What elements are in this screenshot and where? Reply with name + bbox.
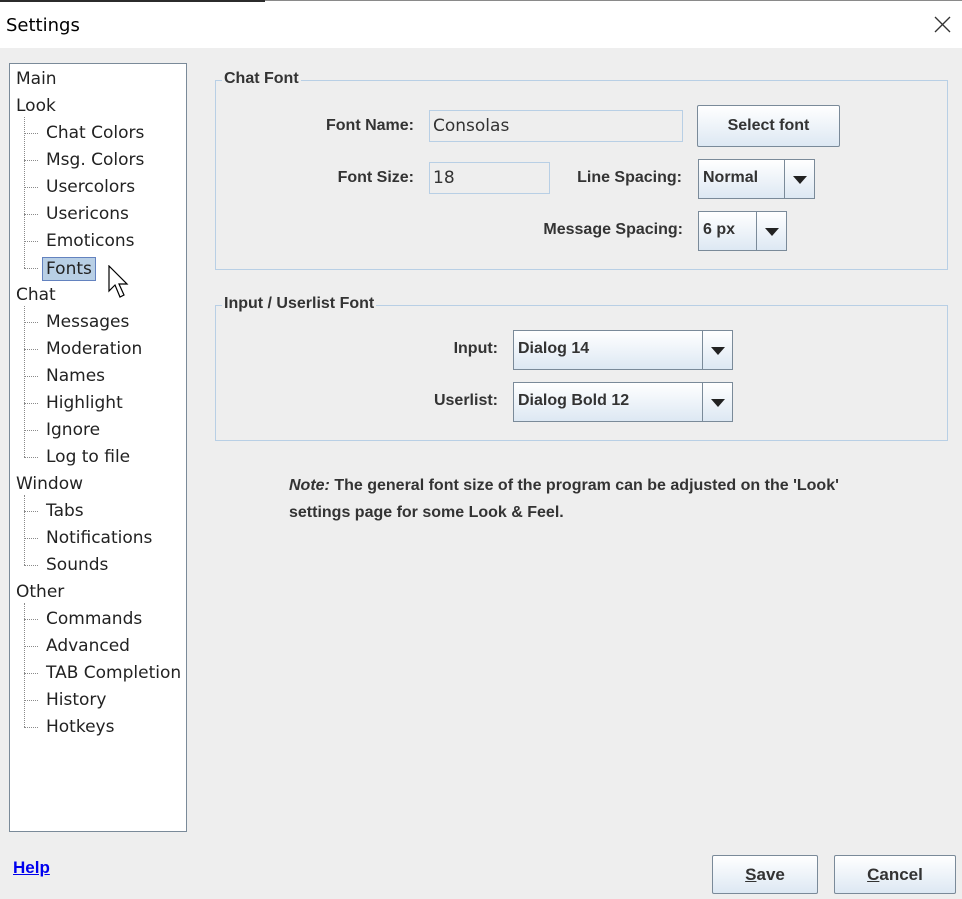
tree-item-sounds[interactable]: Sounds <box>46 554 108 576</box>
tree-item-chat-colors[interactable]: Chat Colors <box>46 122 144 144</box>
tree-item-history[interactable]: History <box>46 689 106 711</box>
tree-item-highlight[interactable]: Highlight <box>46 392 123 414</box>
tree-connector <box>24 187 38 188</box>
tree-connector <box>24 511 38 512</box>
tree-connector <box>24 322 38 323</box>
tree-connector <box>24 214 38 215</box>
save-label: ave <box>756 865 785 884</box>
tree-item-usericons[interactable]: Usericons <box>46 203 129 225</box>
tree-item-other[interactable]: Other <box>16 581 64 603</box>
userlist-font-label: Userlist: <box>433 392 498 409</box>
tree-item-tab-completion[interactable]: TAB Completion <box>46 662 181 684</box>
tree-item-msg-colors[interactable]: Msg. Colors <box>46 149 144 171</box>
tree-connector <box>24 619 38 620</box>
tree-item-usercolors[interactable]: Usercolors <box>46 176 135 198</box>
tree-item-notifications[interactable]: Notifications <box>46 527 152 549</box>
tree-item-advanced[interactable]: Advanced <box>46 635 130 657</box>
chevron-down-icon[interactable] <box>784 160 814 198</box>
tree-connector <box>24 241 38 242</box>
select-font-button[interactable]: Select font <box>697 105 840 147</box>
tree-item-commands[interactable]: Commands <box>46 608 142 630</box>
settings-tree[interactable]: Main Look Chat Colors Msg. Colors Usercolors… <box>9 63 187 832</box>
line-spacing-select[interactable]: Normal <box>698 159 815 199</box>
tree-connector <box>24 160 38 161</box>
tree-connector <box>24 673 38 674</box>
tree-item-emoticons[interactable]: Emoticons <box>46 230 134 252</box>
tree-connector <box>24 349 38 350</box>
tree-connector <box>24 133 38 134</box>
note-prefix: Note: <box>289 477 330 494</box>
cancel-mnemonic: C <box>867 865 880 884</box>
help-link[interactable]: Help <box>13 858 50 878</box>
mouse-cursor-icon <box>108 265 129 298</box>
tree-connector <box>24 700 38 701</box>
chevron-down-icon[interactable] <box>756 212 786 250</box>
cancel-button[interactable]: Cancel <box>834 855 956 894</box>
tree-item-names[interactable]: Names <box>46 365 105 387</box>
chevron-down-icon[interactable] <box>702 331 732 369</box>
tree-item-tabs[interactable]: Tabs <box>46 500 84 522</box>
note-text: The general font size of the program can… <box>289 477 839 521</box>
font-size-label: Font Size: <box>337 169 414 186</box>
tree-connector <box>24 403 38 404</box>
close-icon <box>934 16 951 33</box>
tree-connector <box>24 646 38 647</box>
window-title: Settings <box>6 15 80 36</box>
tree-item-look[interactable]: Look <box>16 95 56 117</box>
input-font-group-title: Input / Userlist Font <box>222 295 377 313</box>
tree-connector <box>24 457 38 458</box>
message-spacing-select[interactable]: 6 px <box>698 211 787 251</box>
tree-item-messages[interactable]: Messages <box>46 311 129 333</box>
tree-connector <box>24 495 25 565</box>
font-name-field[interactable]: Consolas <box>429 110 683 142</box>
tree-item-hotkeys[interactable]: Hotkeys <box>46 716 114 738</box>
tree-connector <box>24 376 38 377</box>
line-spacing-label: Line Spacing: <box>577 169 682 186</box>
tree-connector <box>24 538 38 539</box>
font-size-field[interactable]: 18 <box>429 162 550 194</box>
message-spacing-label: Message Spacing: <box>543 221 683 238</box>
tree-connector <box>24 565 38 566</box>
tree-item-ignore[interactable]: Ignore <box>46 419 100 441</box>
tree-connector <box>24 603 25 727</box>
tree-connector <box>24 727 38 728</box>
input-font-label: Input: <box>453 340 498 357</box>
tree-item-main[interactable]: Main <box>16 68 57 90</box>
userlist-font-value: Dialog Bold 12 <box>518 392 630 409</box>
tree-connector <box>24 117 25 268</box>
save-mnemonic: S <box>745 865 757 884</box>
tree-item-chat[interactable]: Chat <box>16 284 56 306</box>
line-spacing-value: Normal <box>703 169 759 186</box>
tree-connector <box>24 306 25 457</box>
save-button[interactable]: Save <box>712 855 818 894</box>
input-font-value: Dialog 14 <box>518 340 590 357</box>
font-name-label: Font Name: <box>326 117 414 134</box>
userlist-font-select[interactable]: Dialog Bold 12 <box>513 382 733 422</box>
font-size-note: Note: The general font size of the progr… <box>289 472 879 526</box>
title-bar-edge <box>0 0 265 2</box>
title-bar-edge-thin <box>265 0 962 1</box>
tree-connector <box>24 430 38 431</box>
message-spacing-value: 6 px <box>703 221 736 238</box>
close-button[interactable] <box>928 10 958 40</box>
tree-connector <box>24 268 38 269</box>
cancel-label: ancel <box>879 865 923 884</box>
tree-item-fonts[interactable]: Fonts <box>42 257 96 281</box>
tree-item-window[interactable]: Window <box>16 473 83 495</box>
tree-item-moderation[interactable]: Moderation <box>46 338 142 360</box>
chat-font-group-title: Chat Font <box>222 70 301 88</box>
tree-item-log-to-file[interactable]: Log to file <box>46 446 130 468</box>
chevron-down-icon[interactable] <box>702 383 732 421</box>
input-font-select[interactable]: Dialog 14 <box>513 330 733 370</box>
title-bar <box>0 0 962 48</box>
